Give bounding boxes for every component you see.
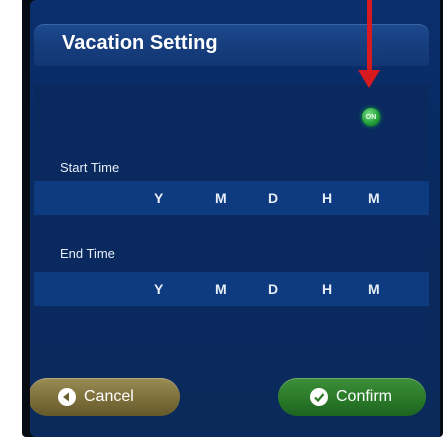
annotation-arrow-line bbox=[367, 0, 372, 72]
back-arrow-icon bbox=[58, 388, 76, 406]
end-time-row: Y M D H M bbox=[34, 272, 429, 306]
end-minute-field[interactable]: M bbox=[368, 281, 380, 297]
start-year-field[interactable]: Y bbox=[154, 190, 163, 206]
end-year-field[interactable]: Y bbox=[154, 281, 163, 297]
start-minute-field[interactable]: M bbox=[368, 190, 380, 206]
vacation-setting-screen: Vacation Setting ON Start Time Y M D H M… bbox=[30, 0, 440, 437]
checkmark-icon bbox=[310, 388, 328, 406]
cancel-button[interactable]: Cancel bbox=[30, 378, 180, 416]
toggle-state-label: ON bbox=[365, 113, 377, 121]
end-hour-field[interactable]: H bbox=[322, 281, 332, 297]
end-month-field[interactable]: M bbox=[215, 281, 227, 297]
page-title: Vacation Setting bbox=[62, 32, 218, 54]
start-time-label: Start Time bbox=[60, 160, 120, 175]
end-time-label: End Time bbox=[60, 246, 115, 261]
start-hour-field[interactable]: H bbox=[322, 190, 332, 206]
start-time-row: Y M D H M bbox=[34, 181, 429, 215]
vacation-on-toggle[interactable]: ON bbox=[362, 108, 380, 126]
start-day-field[interactable]: D bbox=[268, 190, 278, 206]
cancel-button-label: Cancel bbox=[84, 388, 134, 405]
confirm-button-label: Confirm bbox=[336, 388, 393, 405]
end-day-field[interactable]: D bbox=[268, 281, 278, 297]
annotation-arrow-icon bbox=[358, 70, 380, 88]
confirm-button[interactable]: Confirm bbox=[278, 378, 426, 416]
start-month-field[interactable]: M bbox=[215, 190, 227, 206]
